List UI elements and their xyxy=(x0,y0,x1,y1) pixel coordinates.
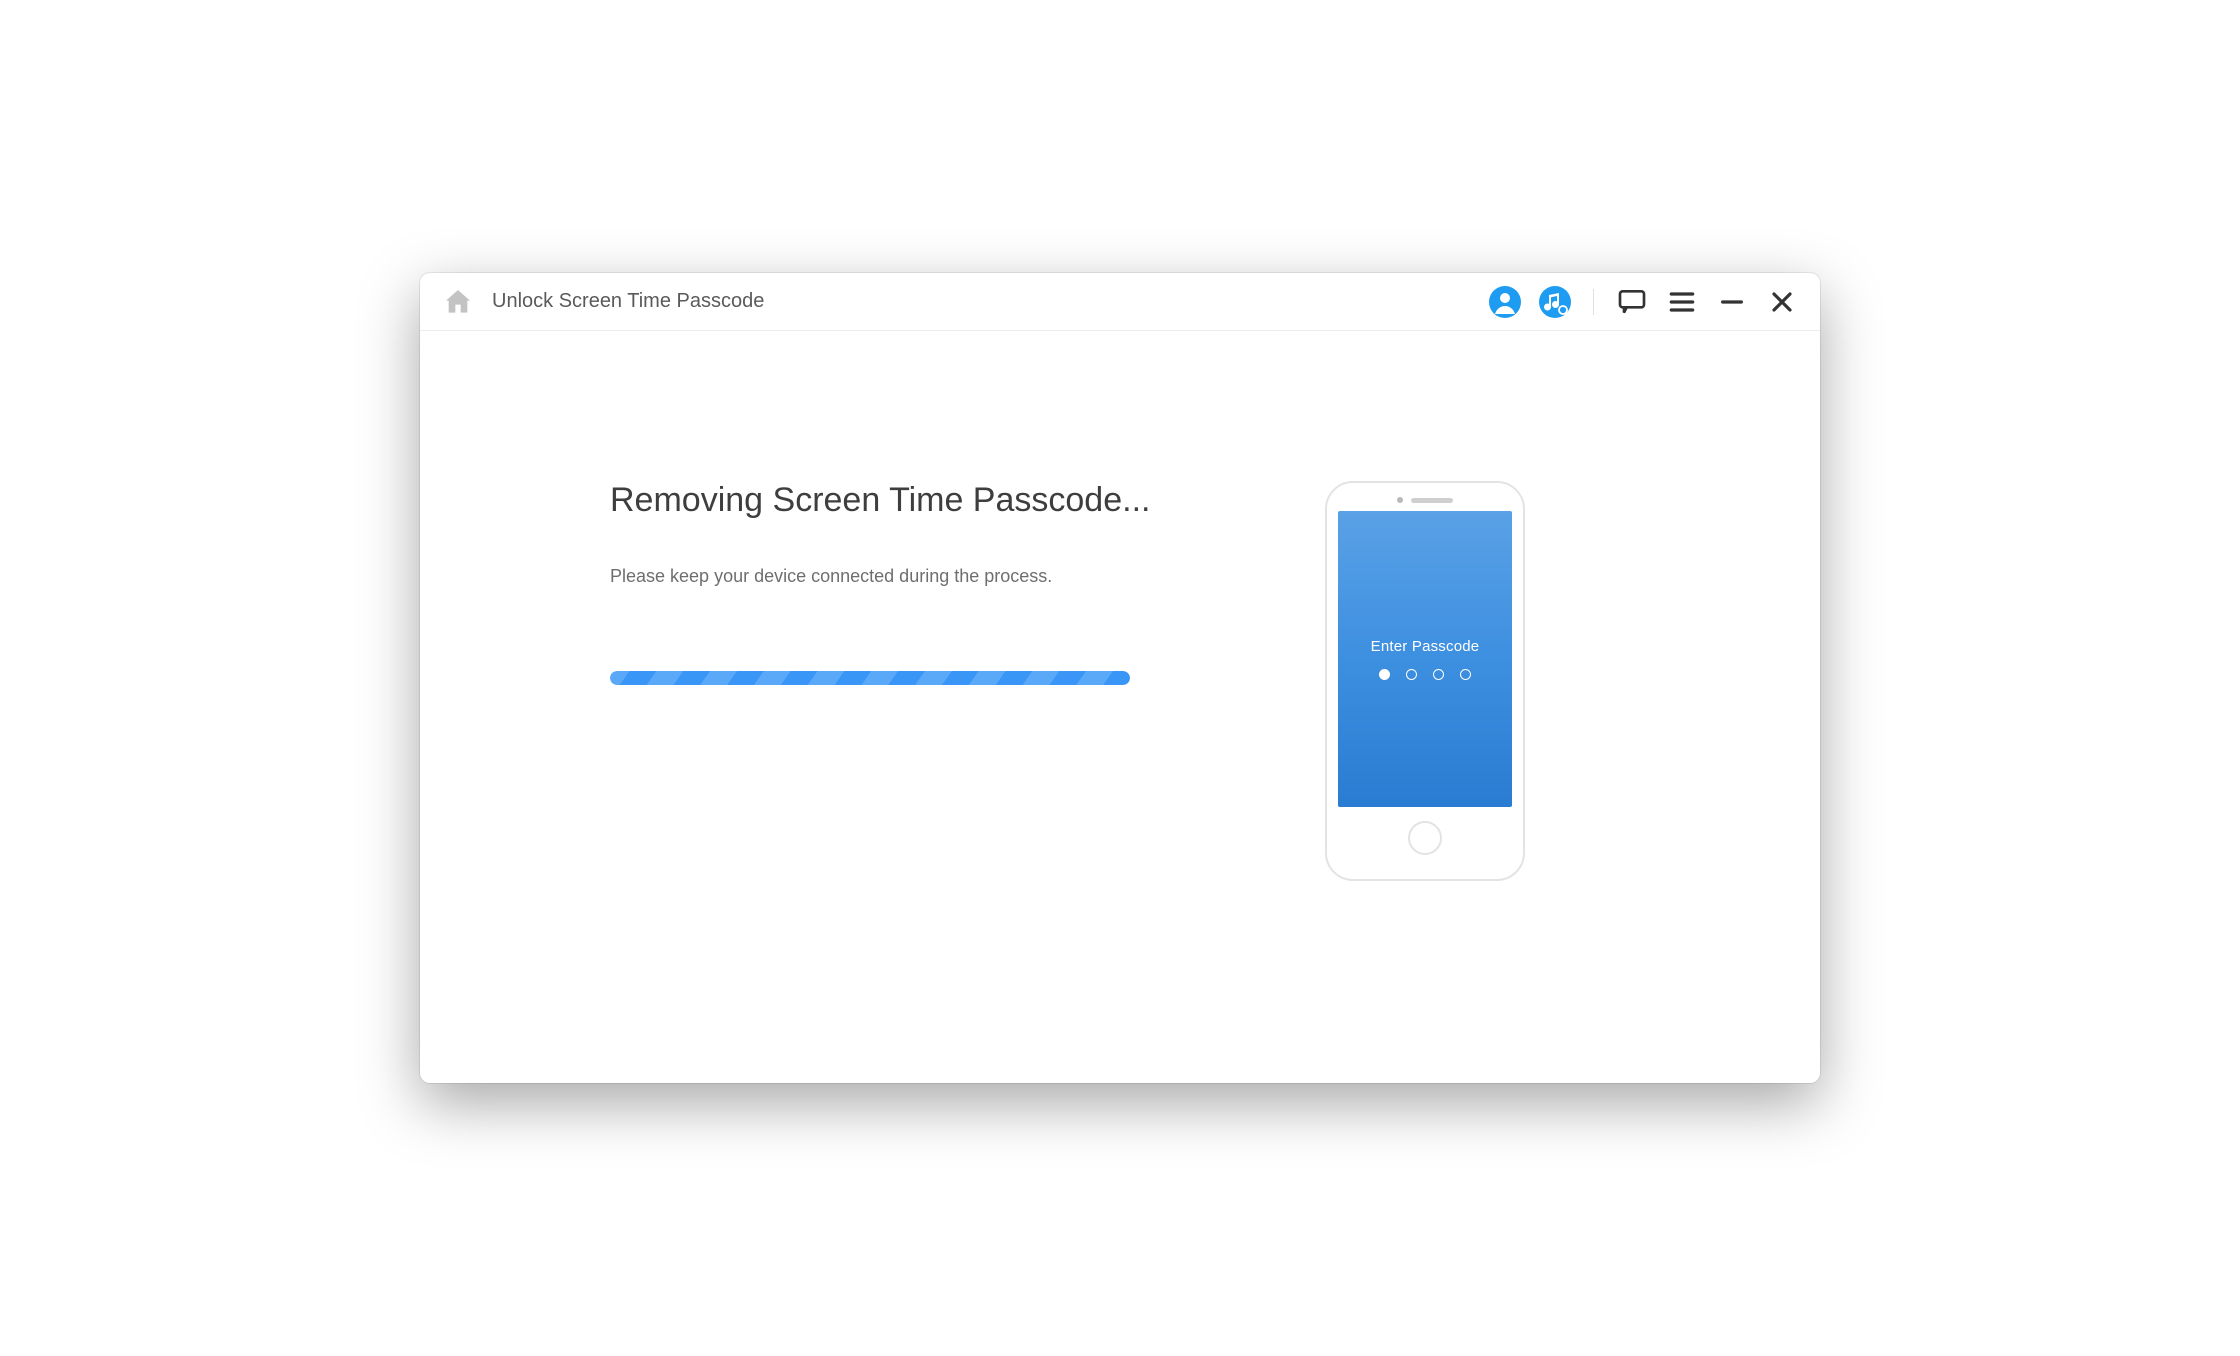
passcode-dot-icon xyxy=(1379,669,1390,680)
app-window: Unlock Screen Time Passcode xyxy=(420,273,1820,1083)
content-area: Removing Screen Time Passcode... Please … xyxy=(420,331,1820,1083)
music-search-icon[interactable] xyxy=(1539,286,1571,318)
passcode-dot-icon xyxy=(1406,669,1417,680)
phone-home-button-icon xyxy=(1408,821,1442,855)
passcode-dots xyxy=(1379,669,1471,680)
passcode-dot-icon xyxy=(1433,669,1444,680)
hamburger-menu-icon[interactable] xyxy=(1666,286,1698,318)
progress-bar-fill xyxy=(610,671,1130,685)
passcode-label: Enter Passcode xyxy=(1371,638,1480,655)
user-icon[interactable] xyxy=(1489,286,1521,318)
status-subtext: Please keep your device connected during… xyxy=(610,566,1230,587)
progress-bar xyxy=(610,671,1130,685)
titlebar-left: Unlock Screen Time Passcode xyxy=(442,286,764,318)
phone-top-hardware xyxy=(1397,497,1453,503)
passcode-dot-icon xyxy=(1460,669,1471,680)
status-heading: Removing Screen Time Passcode... xyxy=(610,481,1230,520)
phone-illustration: Enter Passcode xyxy=(1325,481,1525,881)
minimize-button[interactable] xyxy=(1716,286,1748,318)
titlebar: Unlock Screen Time Passcode xyxy=(420,273,1820,331)
status-pane: Removing Screen Time Passcode... Please … xyxy=(610,481,1230,1023)
close-button[interactable] xyxy=(1766,286,1798,318)
app-title: Unlock Screen Time Passcode xyxy=(492,290,764,313)
titlebar-divider xyxy=(1593,289,1594,315)
camera-dot-icon xyxy=(1397,497,1403,503)
home-icon[interactable] xyxy=(442,286,474,318)
titlebar-right xyxy=(1489,286,1798,318)
feedback-icon[interactable] xyxy=(1616,286,1648,318)
device-illustration-pane: Enter Passcode xyxy=(1310,481,1540,1023)
speaker-slit-icon xyxy=(1411,498,1453,503)
phone-screen: Enter Passcode xyxy=(1338,511,1512,807)
